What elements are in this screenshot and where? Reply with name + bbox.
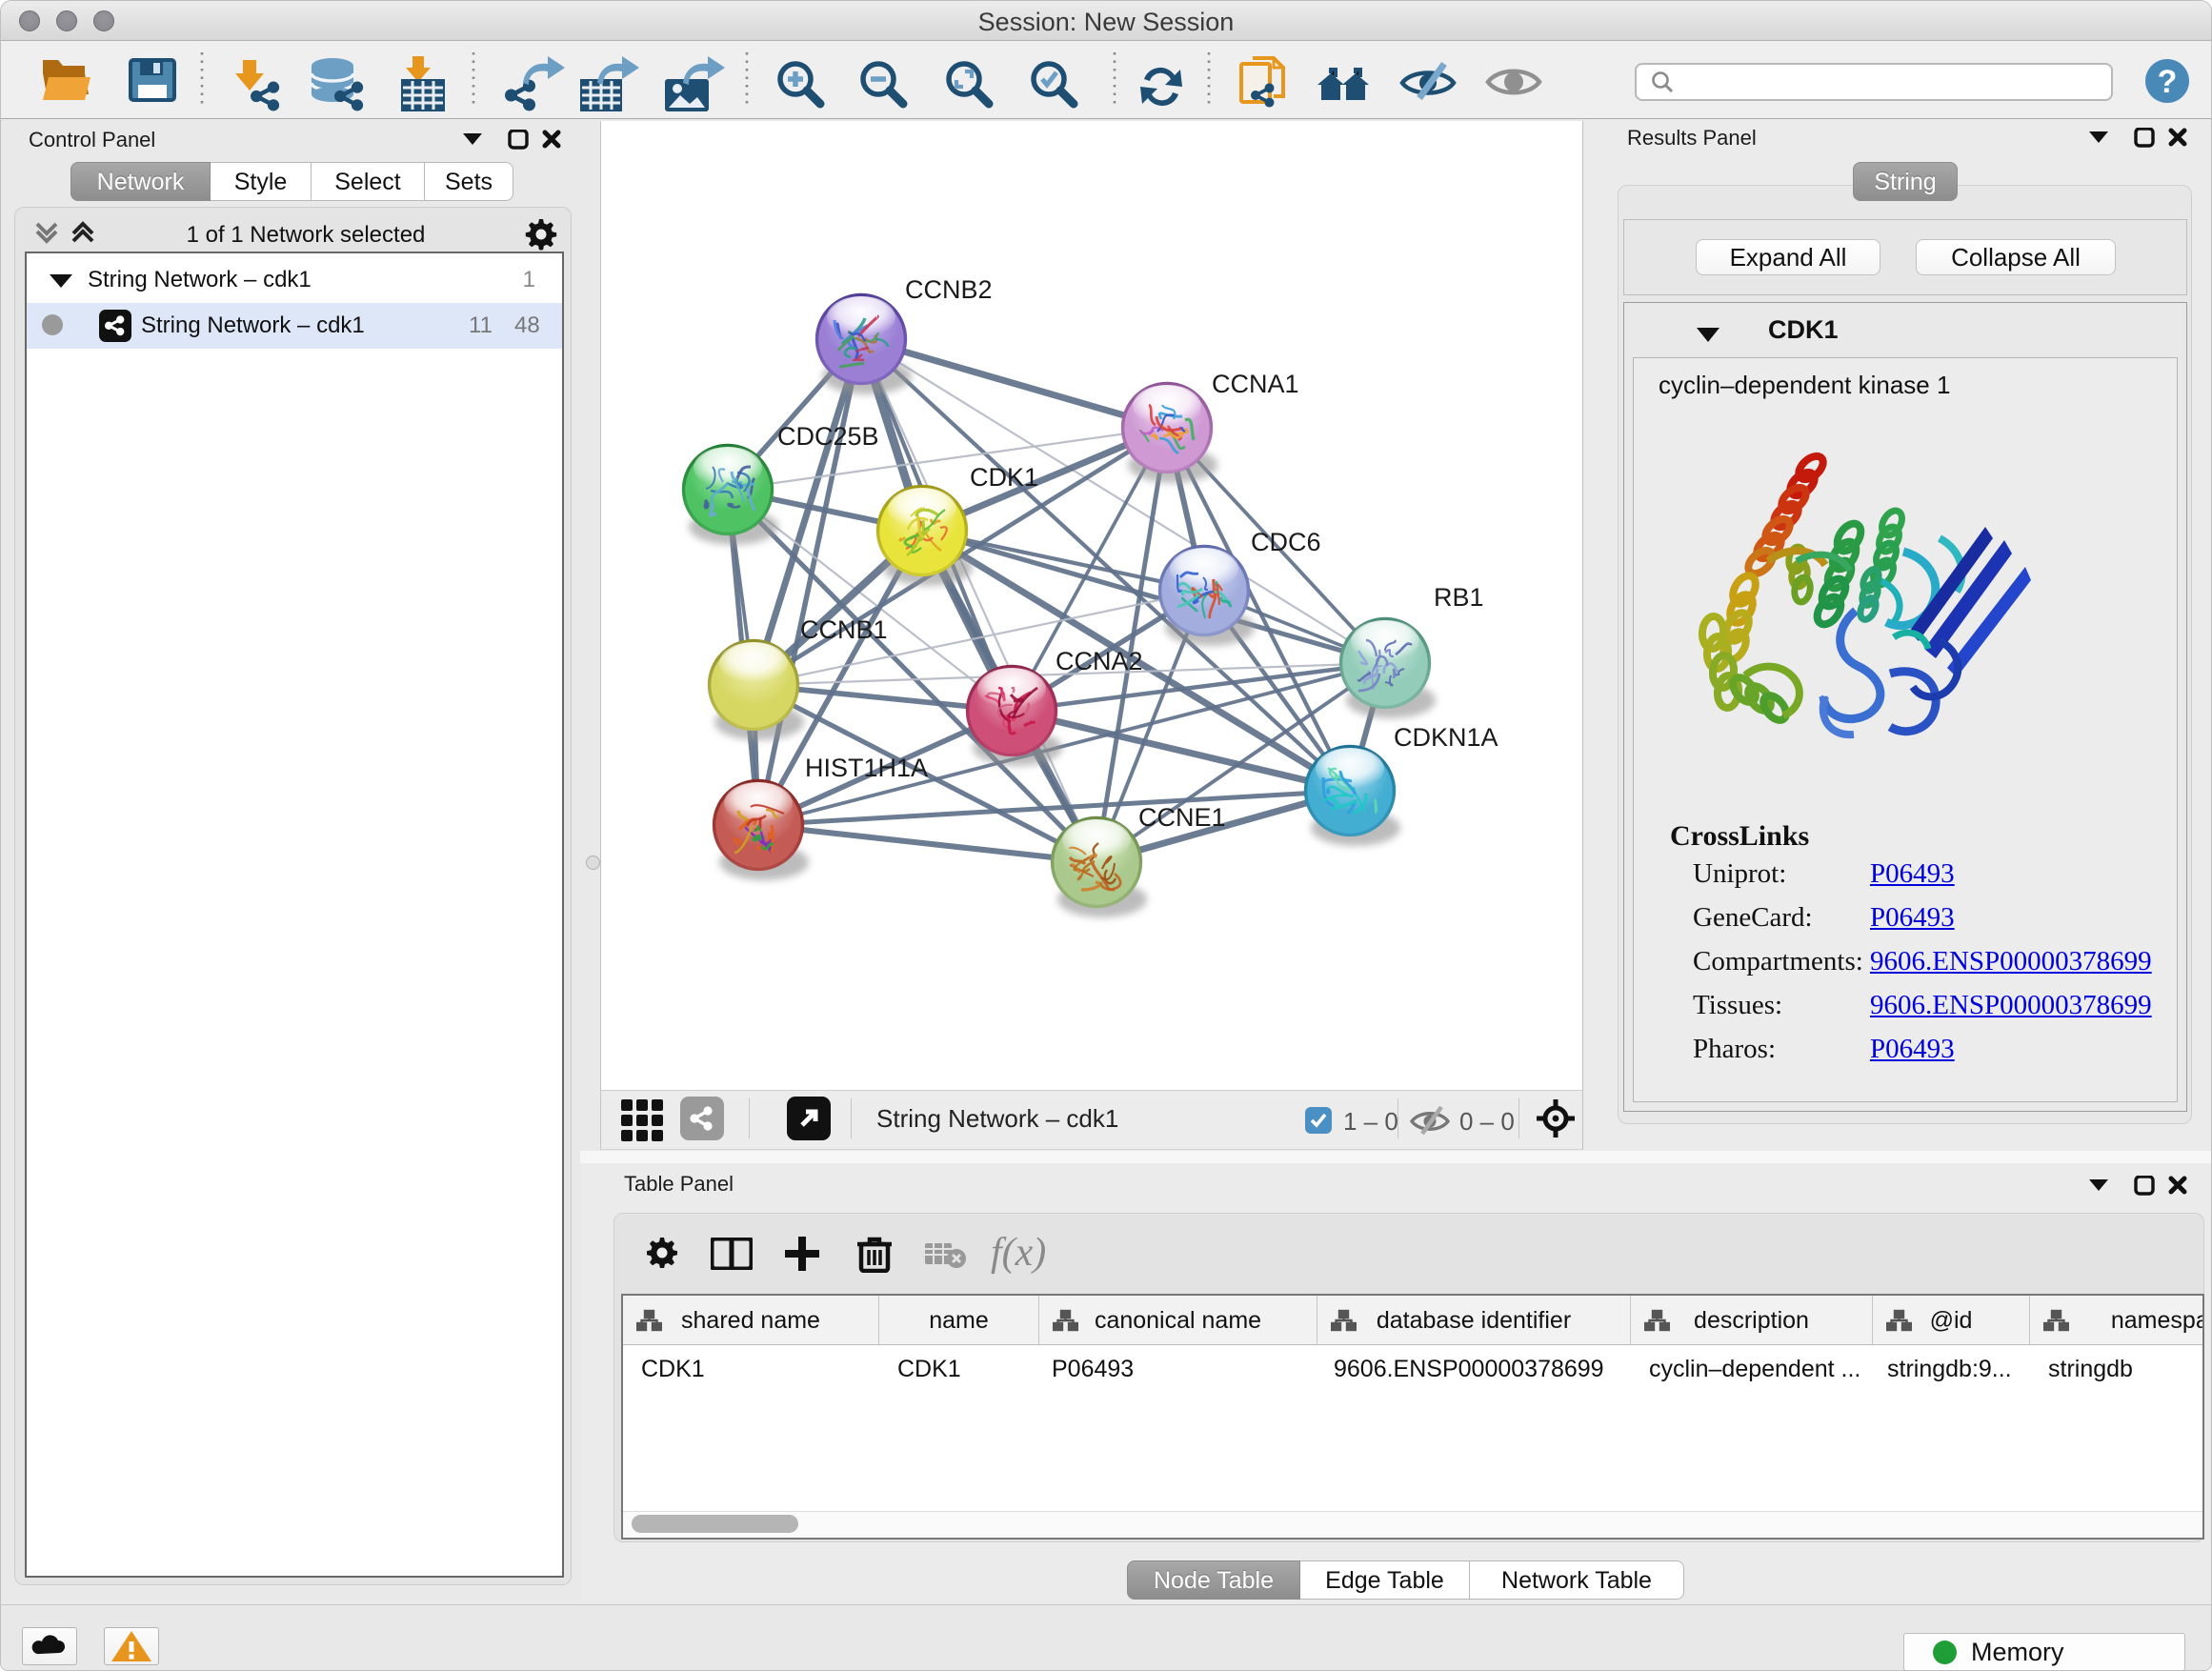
svg-text:1 of 1 Network selected: 1 of 1 Network selected: [187, 222, 426, 248]
svg-text:CDC6: CDC6: [1251, 528, 1321, 556]
svg-text:CCNB1: CCNB1: [800, 615, 888, 644]
svg-text:CCNB2: CCNB2: [905, 275, 993, 304]
svg-text:CCNA2: CCNA2: [1056, 647, 1143, 675]
svg-text:CCNE1: CCNE1: [1138, 803, 1226, 832]
svg-text:CDK1: CDK1: [970, 463, 1038, 492]
svg-text:?: ?: [2158, 64, 2178, 100]
svg-text:RB1: RB1: [1434, 583, 1484, 612]
svg-text:CDC25B: CDC25B: [777, 422, 879, 451]
svg-text:CDKN1A: CDKN1A: [1394, 723, 1498, 752]
svg-text:HIST1H1A: HIST1H1A: [805, 754, 928, 782]
svg-text:CCNA1: CCNA1: [1212, 370, 1299, 398]
